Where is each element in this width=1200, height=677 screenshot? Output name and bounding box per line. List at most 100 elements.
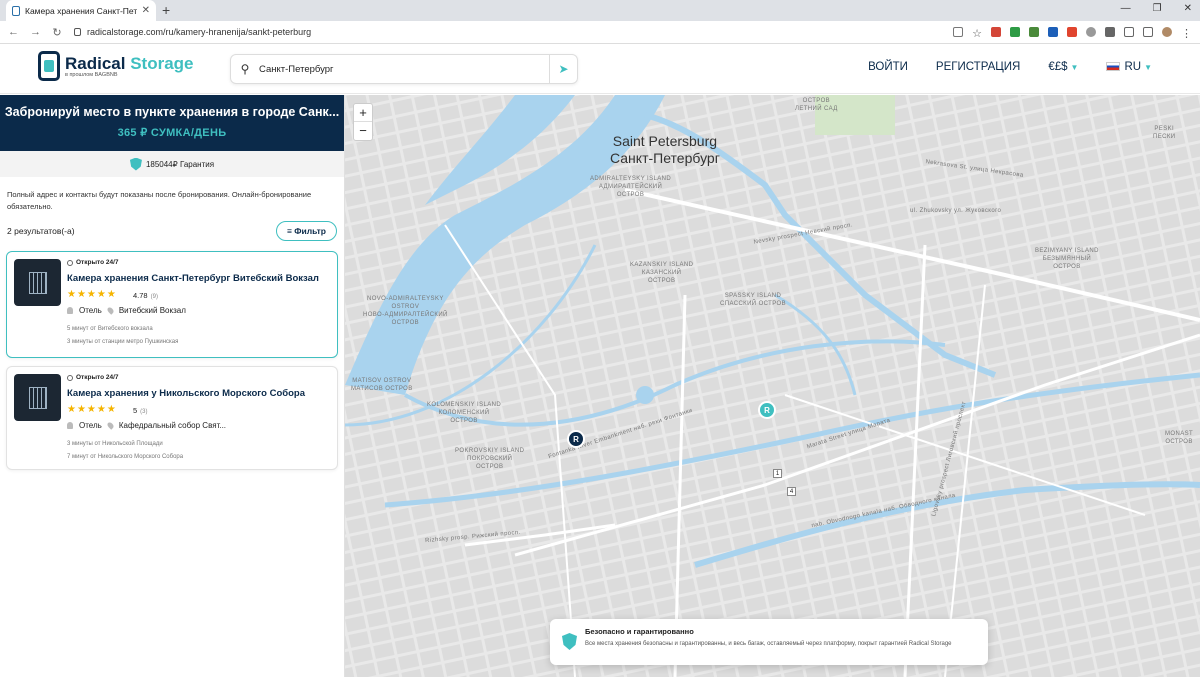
kazansky-label: KAZANSKIY ISLAND КАЗАНСКИЙ ОСТРОВ	[630, 262, 694, 284]
clock-icon	[67, 374, 73, 381]
promo-price: 365 ₽ СУМКА/ДЕНЬ	[117, 127, 227, 139]
extension-blue-icon[interactable]	[1048, 27, 1058, 37]
chevron-down-icon: ▼	[1144, 63, 1152, 72]
header-nav: ВОЙТИ РЕГИСТРАЦИЯ €£$ ▼ RU ▼	[868, 61, 1152, 73]
zoom-out-button[interactable]: −	[354, 122, 372, 140]
side-panel-icon[interactable]	[1143, 27, 1153, 37]
map-view[interactable]: + − Saint Petersburg Санкт-Петербург ADM…	[345, 95, 1200, 677]
listing-title[interactable]: Камера хранения Санкт-Петербург Витебски…	[67, 273, 319, 284]
chevron-down-icon: ▼	[1070, 63, 1079, 72]
login-link[interactable]: ВОЙТИ	[868, 61, 908, 73]
pond	[636, 386, 654, 404]
maximize-icon[interactable]: ❐	[1153, 3, 1162, 14]
share-icon[interactable]	[953, 27, 964, 37]
booking-note: Полный адрес и контакты будут показаны п…	[7, 190, 312, 211]
pokrovsky-label: POKROVSKIY ISLAND ПОКРОВСКИЙ ОСТРОВ	[455, 448, 525, 470]
rating-value: 4.78 (9)	[133, 291, 158, 300]
window-controls: — ❐ ✕	[1121, 3, 1192, 14]
rating-value: 5 (3)	[133, 406, 148, 415]
results-row: 2 результатов(-а) ≡ Фильтр	[0, 213, 344, 241]
gmail-extension-icon[interactable]	[991, 27, 1001, 37]
listing-card[interactable]: Открыто 24/7 Камера хранения Санкт-Петер…	[6, 251, 338, 358]
distance-1: 5 минут от Витебского вокзала	[67, 326, 153, 332]
extensions-bar: ☆ ⋮	[953, 27, 1192, 40]
url-text[interactable]: radicalstorage.com/ru/kamery-hranenija/s…	[87, 27, 311, 37]
listing-card[interactable]: Открыто 24/7 Камера хранения у Никольско…	[6, 366, 338, 470]
currency-selector[interactable]: €£$ ▼	[1048, 61, 1078, 73]
browser-tab[interactable]: Камера хранения Санкт-Петербург ✕	[6, 0, 156, 21]
profile-avatar[interactable]	[1162, 27, 1172, 37]
results-sidebar: Забронируй место в пункте хранения в гор…	[0, 95, 345, 677]
extension-green-icon[interactable]	[1010, 27, 1020, 37]
storage-marker-vitebsky[interactable]: R	[758, 401, 776, 419]
locate-me-icon[interactable]: ➤	[549, 55, 577, 83]
zoom-control: + −	[353, 103, 373, 141]
luggage-logo-icon	[38, 51, 60, 81]
building-icon	[28, 386, 47, 409]
city-label: Saint Petersburg Санкт-Петербург	[610, 133, 720, 166]
rating-stars: ★★★★★	[67, 404, 117, 415]
logo-accent-text: Storage	[130, 54, 194, 73]
filter-button[interactable]: ≡ Фильтр	[275, 221, 337, 241]
listing-thumbnail	[14, 374, 61, 421]
menu-dots-icon[interactable]: ⋮	[1181, 27, 1192, 40]
address-bar-row: ← → ↻ radicalstorage.com/ru/kamery-hrane…	[0, 21, 1200, 44]
reading-list-icon[interactable]	[1124, 27, 1134, 37]
forward-icon[interactable]: →	[30, 26, 41, 38]
summer-garden-label: ОСТРОВ ЛЕТНИЙ САД	[795, 98, 838, 112]
close-tab-icon[interactable]: ✕	[142, 5, 150, 16]
rating-stars: ★★★★★	[67, 289, 117, 300]
language-selector[interactable]: RU ▼	[1106, 61, 1152, 73]
city-blocks	[345, 95, 1200, 677]
clock-icon	[67, 259, 73, 266]
map-canvas[interactable]	[345, 95, 1200, 677]
listing-thumbnail	[14, 259, 61, 306]
results-count: 2 результатов(-а)	[7, 226, 75, 236]
extension-red-icon[interactable]	[1067, 27, 1077, 37]
shield-icon	[129, 157, 142, 171]
currency-label: €£$	[1048, 61, 1068, 73]
building-icon	[28, 271, 47, 294]
search-icon: ⚲	[240, 62, 250, 76]
novo-admiralteysky-label: NOVO-ADMIRALTEYSKY OSTROV НОВО-АДМИРАЛТЕ…	[363, 296, 448, 326]
extension-photo-icon[interactable]	[1029, 27, 1039, 37]
matisov-label: MATISOV OSTROV МАТИСОВ ОСТРОВ	[351, 378, 413, 392]
listing-meta: Отель Кафедральный собор Свят...	[67, 421, 226, 430]
omnibox[interactable]: radicalstorage.com/ru/kamery-hranenija/s…	[74, 27, 311, 37]
extensions-puzzle-icon[interactable]	[1105, 27, 1115, 37]
shield-check-icon	[562, 633, 577, 650]
promo-title: Забронируй место в пункте хранения в гор…	[4, 105, 340, 119]
bookmark-star-icon[interactable]: ☆	[972, 27, 982, 40]
zoom-in-button[interactable]: +	[354, 104, 372, 122]
guarantee-text: 185044₽ Гарантия	[145, 159, 215, 169]
zhukovsky-label: ul. Zhukovsky ул. Жуковского	[910, 208, 1002, 214]
guarantee-bar: 185044₽ Гарантия	[0, 151, 344, 177]
back-icon[interactable]: ←	[8, 26, 19, 38]
toast-title: Безопасно и гарантированно	[585, 627, 694, 636]
route-shield-1: 1	[773, 469, 782, 478]
extension-clock-icon[interactable]	[1086, 27, 1096, 37]
safety-toast: Безопасно и гарантированно Все места хра…	[550, 619, 988, 665]
reload-icon[interactable]: ↻	[52, 26, 62, 39]
site-header: Radical Storage в прошлом BAGBNB ⚲ Санкт…	[0, 44, 1200, 94]
radical-storage-logo[interactable]: Radical Storage в прошлом BAGBNB	[38, 51, 194, 81]
search-input[interactable]: Санкт-Петербург	[259, 64, 549, 75]
listing-title[interactable]: Камера хранения у Никольского Морского С…	[67, 388, 305, 399]
hotel-icon	[67, 307, 73, 314]
distance-1: 3 минуты от Никольской Площади	[67, 441, 163, 447]
minimize-icon[interactable]: —	[1121, 3, 1131, 14]
location-search-box: ⚲ Санкт-Петербург ➤	[230, 54, 578, 84]
storage-marker-nikolsky[interactable]: R	[567, 430, 585, 448]
language-label: RU	[1124, 61, 1142, 73]
open-hours: Открыто 24/7	[67, 374, 119, 381]
kolomensky-label: KOLOMENSKIY ISLAND КОЛОМЕНСКИЙ ОСТРОВ	[427, 402, 502, 424]
new-tab-button[interactable]: +	[162, 2, 170, 18]
browser-tab-strip: Камера хранения Санкт-Петербург ✕ + — ❐ …	[0, 0, 1200, 21]
lock-icon	[74, 28, 81, 36]
register-link[interactable]: РЕГИСТРАЦИЯ	[936, 61, 1020, 73]
close-window-icon[interactable]: ✕	[1184, 3, 1192, 14]
spassky-label: SPASSKY ISLAND СПАССКИЙ ОСТРОВ	[720, 293, 786, 307]
distance-2: 3 минуты от станции метро Пушкинская	[67, 339, 179, 345]
pin-icon	[106, 421, 115, 430]
logo-main-text: Radical	[65, 54, 126, 73]
